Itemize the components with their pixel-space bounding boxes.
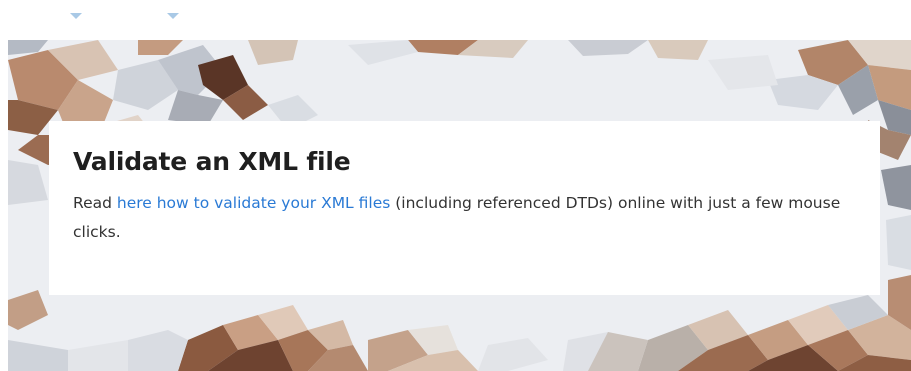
chevron-down-icon[interactable] xyxy=(70,13,82,19)
chevron-down-icon[interactable] xyxy=(167,13,179,19)
top-navigation xyxy=(0,0,911,40)
validate-guide-link[interactable]: here how to validate your XML files xyxy=(117,194,390,212)
info-card: Validate an XML file Read here how to va… xyxy=(49,121,880,295)
description-text-before: Read xyxy=(73,194,117,212)
card-description: Read here how to validate your XML files… xyxy=(73,189,853,247)
card-title: Validate an XML file xyxy=(73,147,351,176)
